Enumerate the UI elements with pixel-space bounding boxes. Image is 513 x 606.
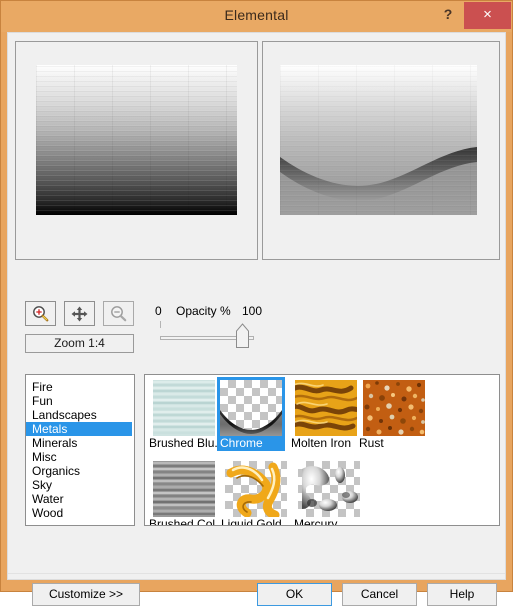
preset-item[interactable]: Mercury xyxy=(293,461,365,526)
opacity-min-label: 0 xyxy=(155,304,162,318)
dialog-window: Elemental ? × Zoom 1:4 0 Opacity % 100 F… xyxy=(0,0,513,606)
zoom-out-button[interactable] xyxy=(103,301,134,326)
category-item[interactable]: Landscapes xyxy=(26,408,134,422)
opacity-slider-thumb[interactable] xyxy=(235,323,250,349)
gradient-layer xyxy=(36,65,237,215)
preset-thumbnail-brushed-color xyxy=(153,461,215,517)
preset-gallery[interactable]: Brushed Blu... Chrome Molten Iron Rust B… xyxy=(144,374,500,526)
preset-label: Chrome xyxy=(220,436,263,450)
preset-item[interactable]: Brushed Col... xyxy=(148,461,226,526)
pan-button[interactable] xyxy=(64,301,95,326)
help-question-icon[interactable]: ? xyxy=(435,3,461,25)
preset-thumbnail-liquid-gold xyxy=(225,461,287,517)
category-listbox[interactable]: Fire Fun Landscapes Metals Minerals Misc… xyxy=(25,374,135,526)
category-item[interactable]: Misc xyxy=(26,450,134,464)
category-item[interactable]: Water xyxy=(26,492,134,506)
preset-label: Liquid Gold xyxy=(221,517,282,526)
dialog-client-area: Zoom 1:4 0 Opacity % 100 Fire Fun Landsc… xyxy=(7,32,506,606)
preset-label: Brushed Blu... xyxy=(149,436,225,450)
original-preview-image xyxy=(36,65,237,215)
close-icon: × xyxy=(483,6,492,23)
close-button[interactable]: × xyxy=(464,2,511,29)
preset-label: Mercury xyxy=(294,517,338,526)
category-item-selected[interactable]: Metals xyxy=(26,422,132,436)
zoom-level-display: Zoom 1:4 xyxy=(25,334,134,353)
effect-preview-pane[interactable] xyxy=(262,41,500,260)
preset-thumbnail-brushed-blue xyxy=(153,380,215,436)
preset-item[interactable]: Brushed Blu... xyxy=(148,380,225,451)
customize-button[interactable]: Customize >> xyxy=(32,583,140,606)
category-item[interactable]: Wood xyxy=(26,506,134,520)
preset-item-selected[interactable]: Chrome xyxy=(217,377,285,451)
preset-thumbnail-mercury xyxy=(298,461,360,517)
preset-label: Brushed Col... xyxy=(149,517,226,526)
original-preview-pane[interactable] xyxy=(15,41,258,260)
title-bar: Elemental ? × xyxy=(1,1,512,32)
slider-tick-mark xyxy=(160,321,161,328)
effect-curve-layer xyxy=(280,65,477,215)
category-item[interactable]: Minerals xyxy=(26,436,134,450)
category-item[interactable]: Organics xyxy=(26,464,134,478)
preset-thumbnail-molten-iron xyxy=(295,380,357,436)
category-item[interactable]: Fun xyxy=(26,394,134,408)
category-item[interactable]: Fire xyxy=(26,380,134,394)
effect-preview-image xyxy=(280,65,477,215)
category-item[interactable]: Sky xyxy=(26,478,134,492)
preset-thumbnail-chrome xyxy=(220,380,282,436)
preset-item[interactable]: Molten Iron xyxy=(290,380,362,451)
help-button[interactable]: Help xyxy=(427,583,497,606)
opacity-max-label: 100 xyxy=(242,304,263,318)
preset-item[interactable]: Liquid Gold xyxy=(220,461,292,526)
preset-thumbnail-rust xyxy=(363,380,425,436)
zoom-in-button[interactable] xyxy=(25,301,56,326)
preset-label: Rust xyxy=(359,436,384,450)
footer-divider xyxy=(8,573,505,574)
preset-label: Molten Iron xyxy=(291,436,352,450)
cancel-button[interactable]: Cancel xyxy=(342,583,417,606)
preset-item[interactable]: Rust xyxy=(358,380,430,451)
ok-button[interactable]: OK xyxy=(257,583,332,606)
opacity-caption: Opacity % xyxy=(176,304,231,318)
